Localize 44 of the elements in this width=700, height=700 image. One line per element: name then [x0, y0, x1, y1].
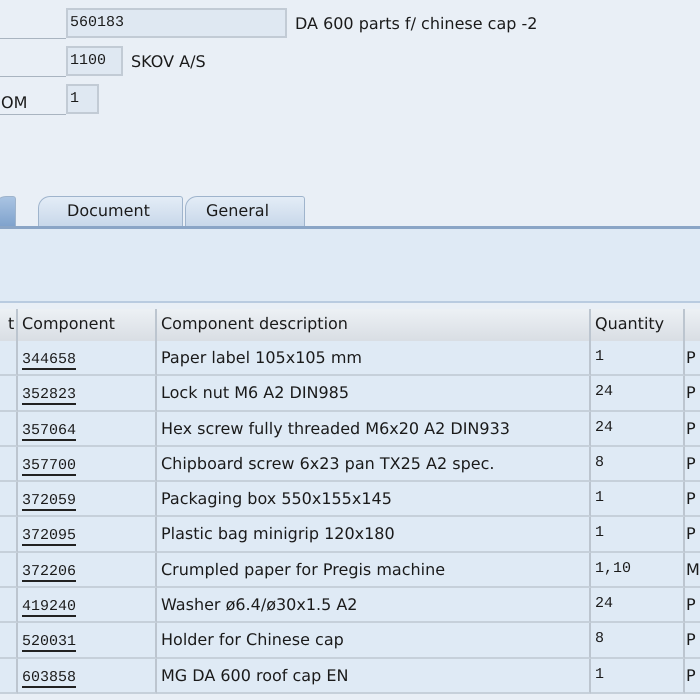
table-cell: P: [685, 517, 700, 553]
table-cell: 1,10: [591, 552, 685, 588]
table-cell: 1: [591, 517, 685, 553]
table-cell: 1: [591, 341, 685, 376]
input-field[interactable]: 1100: [66, 46, 123, 76]
table-cell: P: [685, 482, 700, 518]
table-cell: Crumpled paper for Pregis machine: [157, 552, 591, 588]
input-field[interactable]: 1: [66, 84, 99, 114]
tab[interactable]: General: [185, 196, 305, 226]
table-cell: Paper label 105x105 mm: [157, 341, 591, 376]
table-cell: 24: [591, 412, 685, 447]
tab[interactable]: Document: [38, 196, 183, 226]
table-cell: P: [685, 623, 700, 659]
table-cell: MG DA 600 roof cap EN: [157, 658, 591, 694]
column-header[interactable]: Component: [18, 309, 157, 341]
column-header[interactable]: t: [0, 309, 18, 341]
table-cell: P: [685, 588, 700, 624]
field-description: SKOV A/S: [131, 52, 206, 70]
column-header[interactable]: Component description: [157, 309, 591, 341]
table-cell: Washer ø6.4/ø30x1.5 A2: [157, 588, 591, 624]
table-cell: M: [685, 552, 700, 588]
table-cell: 24: [591, 376, 685, 412]
table-cell: P: [685, 376, 700, 412]
table-cell: Lock nut M6 A2 DIN985: [157, 376, 591, 412]
column-header[interactable]: [685, 309, 700, 341]
table-cell: P: [685, 658, 700, 694]
table-cell: 1: [591, 658, 685, 694]
field-label: OM: [1, 93, 28, 112]
table-cell: P: [685, 341, 700, 376]
table-cell: P: [685, 446, 700, 482]
input-field[interactable]: 560183: [66, 8, 287, 38]
table-cell: Plastic bag minigrip 120x180: [157, 517, 591, 553]
column-header[interactable]: Quantity: [591, 309, 685, 341]
table-cell: 8: [591, 446, 685, 482]
tab[interactable]: [0, 196, 16, 226]
field-description: DA 600 parts f/ chinese cap -2: [295, 14, 538, 32]
table-cell: Chipboard screw 6x23 pan TX25 A2 spec.: [157, 446, 591, 482]
table-cell: Holder for Chinese cap: [157, 623, 591, 659]
table-cell: Hex screw fully threaded M6x20 A2 DIN933: [157, 412, 591, 447]
table-cell: P: [685, 412, 700, 447]
table-cell: Packaging box 550x155x145: [157, 482, 591, 518]
table-cell: 8: [591, 623, 685, 659]
table-cell: 24: [591, 588, 685, 624]
table-cell: 1: [591, 482, 685, 518]
